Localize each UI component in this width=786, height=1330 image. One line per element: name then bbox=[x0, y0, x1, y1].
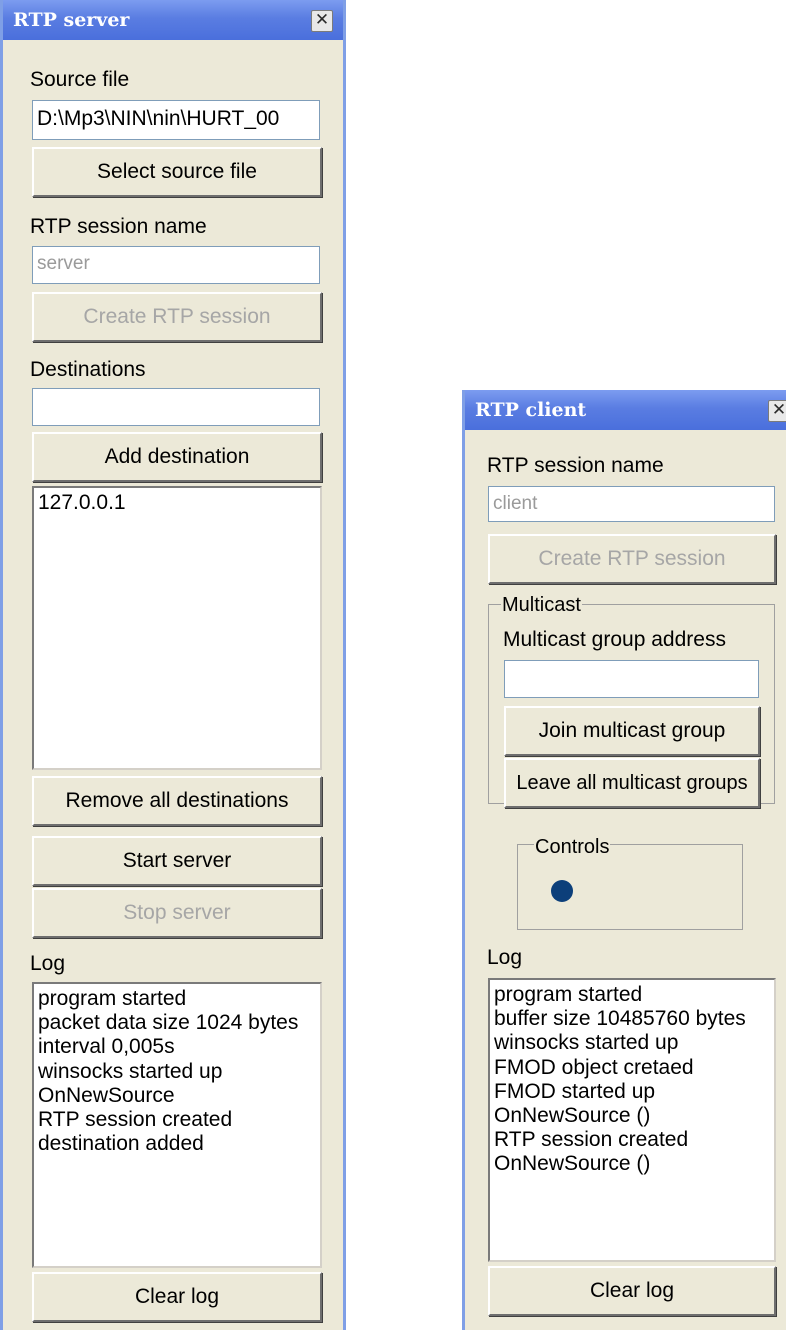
leave-all-multicast-groups-button[interactable]: Leave all multicast groups bbox=[504, 758, 760, 808]
log-line: OnNewSource () bbox=[494, 1104, 651, 1128]
server-create-session-button[interactable]: Create RTP session bbox=[32, 292, 322, 342]
destination-input[interactable] bbox=[32, 388, 320, 426]
source-file-label: Source file bbox=[30, 68, 130, 91]
log-line: RTP session created bbox=[494, 1128, 689, 1152]
client-close-icon[interactable]: ✕ bbox=[768, 400, 786, 422]
start-server-button[interactable]: Start server bbox=[32, 836, 322, 886]
destination-item[interactable]: 127.0.0.1 bbox=[38, 491, 316, 515]
server-log-list[interactable]: program started packet data size 1024 by… bbox=[32, 982, 322, 1268]
multicast-address-label: Multicast group address bbox=[503, 628, 726, 651]
server-clear-log-button[interactable]: Clear log bbox=[32, 1272, 322, 1322]
log-line: OnNewSource bbox=[38, 1083, 175, 1107]
rtp-server-window: RTP server ✕ Source file D:\Mp3\NIN\nin\… bbox=[0, 0, 346, 1330]
log-line: buffer size 10485760 bytes bbox=[494, 1007, 746, 1031]
log-line: OnNewSource () bbox=[494, 1152, 651, 1176]
log-line: program started bbox=[494, 983, 643, 1006]
client-session-name-label: RTP session name bbox=[487, 454, 664, 477]
multicast-address-field[interactable] bbox=[504, 660, 759, 698]
client-window-title: RTP client bbox=[475, 399, 587, 421]
client-log-list[interactable]: program started buffer size 10485760 byt… bbox=[488, 978, 776, 1262]
log-line: interval 0,005s bbox=[38, 1035, 175, 1059]
log-line: FMOD object cretaed bbox=[494, 1055, 694, 1079]
stop-server-button[interactable]: Stop server bbox=[32, 888, 322, 938]
log-line: FMOD started up bbox=[494, 1079, 656, 1103]
client-create-session-button[interactable]: Create RTP session bbox=[488, 534, 776, 584]
client-session-name-field[interactable]: client bbox=[488, 486, 775, 522]
client-clear-log-button[interactable]: Clear log bbox=[488, 1266, 776, 1316]
server-log-label: Log bbox=[30, 952, 66, 975]
log-line: program started bbox=[38, 987, 187, 1010]
add-destination-button[interactable]: Add destination bbox=[32, 432, 322, 482]
remove-all-destinations-button[interactable]: Remove all destinations bbox=[32, 776, 322, 826]
destinations-list[interactable]: 127.0.0.1 bbox=[32, 486, 322, 770]
join-multicast-group-button[interactable]: Join multicast group bbox=[504, 706, 760, 756]
log-line: winsocks started up bbox=[494, 1031, 679, 1055]
controls-group-title: Controls bbox=[534, 836, 611, 858]
multicast-group-title: Multicast bbox=[501, 594, 582, 616]
server-session-name-label: RTP session name bbox=[30, 215, 207, 238]
log-line: winsocks started up bbox=[38, 1059, 223, 1083]
log-line: destination added bbox=[38, 1132, 204, 1156]
log-line: packet data size 1024 bytes bbox=[38, 1011, 299, 1035]
server-close-icon[interactable]: ✕ bbox=[311, 10, 333, 32]
server-window-title: RTP server bbox=[13, 9, 130, 31]
status-dot-icon bbox=[551, 880, 573, 902]
select-source-file-button[interactable]: Select source file bbox=[32, 147, 322, 197]
rtp-client-window: RTP client ✕ RTP session name client Cre… bbox=[462, 390, 786, 1330]
destinations-label: Destinations bbox=[30, 358, 146, 381]
server-title-bar[interactable]: RTP server ✕ bbox=[3, 0, 343, 40]
log-line: RTP session created bbox=[38, 1108, 233, 1132]
server-session-name-field[interactable]: server bbox=[32, 246, 320, 284]
source-file-field[interactable]: D:\Mp3\NIN\nin\HURT_00 bbox=[32, 100, 320, 140]
client-log-label: Log bbox=[487, 946, 523, 969]
client-title-bar[interactable]: RTP client ✕ bbox=[465, 390, 786, 430]
